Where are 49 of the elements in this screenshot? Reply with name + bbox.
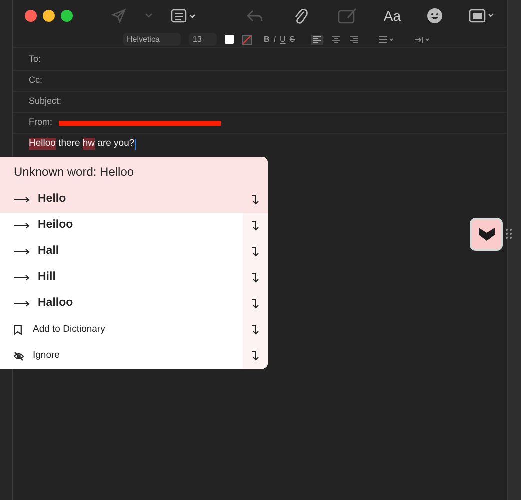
align-center-icon[interactable] xyxy=(331,36,342,44)
align-left-icon[interactable] xyxy=(311,34,324,44)
zoom-window-button[interactable] xyxy=(61,10,73,22)
align-right-icon[interactable] xyxy=(349,36,360,44)
insert-arrow-icon xyxy=(252,247,260,257)
text-color-swatch[interactable] xyxy=(225,35,234,44)
text-style-button[interactable]: U xyxy=(280,34,286,46)
misspelled-word: hw xyxy=(82,138,96,150)
message-text: are you? xyxy=(96,138,135,150)
font-select[interactable]: Helvetica xyxy=(123,33,181,46)
arrow-right-icon xyxy=(14,275,30,281)
insert-arrow-icon xyxy=(252,299,260,309)
hidden-eye-icon xyxy=(14,352,24,360)
suggestion-item[interactable]: Hello xyxy=(0,187,268,213)
insert-arrow-icon xyxy=(252,273,260,283)
chevron-down-icon xyxy=(478,228,494,241)
text-style-button[interactable]: B xyxy=(264,34,270,46)
format-button[interactable]: Aa xyxy=(384,6,401,26)
field-label: To: xyxy=(29,53,42,66)
bookmark-icon xyxy=(14,325,22,335)
text-style-button[interactable]: S xyxy=(290,34,296,46)
emoji-icon[interactable] xyxy=(427,8,443,24)
close-window-button[interactable] xyxy=(25,10,37,22)
size-select[interactable]: 13 xyxy=(189,33,217,46)
popup-title: Unknown word: Helloo xyxy=(0,157,268,187)
background-color-icon[interactable] xyxy=(242,34,252,44)
arrow-right-icon xyxy=(14,249,30,255)
arrow-right-icon xyxy=(14,223,30,229)
text-style-button[interactable]: I xyxy=(274,34,276,46)
field-label: Subject: xyxy=(29,95,62,108)
arrow-right-icon xyxy=(14,301,30,307)
insert-arrow-icon xyxy=(252,325,260,335)
indent-icon[interactable] xyxy=(415,36,432,44)
list-icon[interactable] xyxy=(379,36,396,44)
field-label: Cc: xyxy=(29,74,42,88)
message-text: there xyxy=(58,138,82,150)
photo-icon[interactable] xyxy=(469,8,495,24)
minimize-window-button[interactable] xyxy=(43,10,55,22)
drag-handle-icon[interactable] xyxy=(506,229,512,239)
field-label: From: xyxy=(29,116,52,130)
header-list-icon[interactable] xyxy=(171,9,197,23)
grammar-extension-button[interactable] xyxy=(470,218,503,251)
text-cursor xyxy=(134,138,136,150)
insert-arrow-icon xyxy=(252,221,260,231)
paperclip-icon[interactable] xyxy=(294,7,308,25)
misspelled-word: Helloo xyxy=(29,138,56,150)
arrow-right-icon xyxy=(14,197,30,203)
insert-arrow-icon xyxy=(252,351,260,361)
insert-arrow-icon xyxy=(252,195,260,205)
